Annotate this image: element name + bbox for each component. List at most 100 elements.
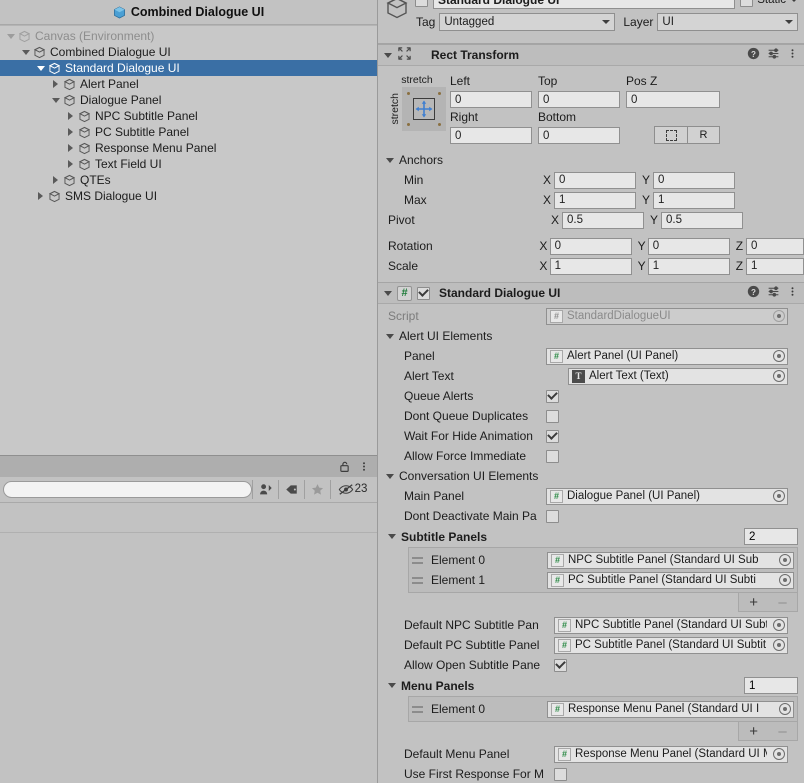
twisty-collapsed-icon[interactable] bbox=[64, 160, 77, 168]
standard-dialogue-ui-header[interactable]: # Standard Dialogue UI ? bbox=[378, 282, 804, 304]
rotation-y-input[interactable] bbox=[647, 237, 730, 255]
prefab-stage-breadcrumb[interactable]: Combined Dialogue UI bbox=[103, 2, 274, 22]
alert-ui-elements-foldout[interactable]: Alert UI Elements bbox=[378, 326, 804, 346]
drag-handle-icon[interactable] bbox=[412, 576, 425, 584]
remove-element-button[interactable]: – bbox=[778, 724, 786, 739]
hierarchy-item-alert-panel[interactable]: Alert Panel bbox=[0, 76, 377, 92]
element-object-field[interactable]: # NPC Subtitle Panel (Standard UI Sub bbox=[547, 551, 794, 569]
foldout-arrow-icon[interactable] bbox=[388, 683, 396, 688]
right-input[interactable] bbox=[450, 127, 532, 144]
twisty-collapsed-icon[interactable] bbox=[49, 80, 62, 88]
gameobject-active-checkbox[interactable] bbox=[415, 0, 428, 7]
subtitle-panels-size-input[interactable] bbox=[744, 528, 798, 545]
pivot-x-input[interactable] bbox=[562, 211, 644, 229]
hierarchy-item-standard-dialogue-ui[interactable]: Standard Dialogue UI bbox=[0, 60, 377, 76]
anchors-foldout[interactable]: Anchors bbox=[378, 150, 804, 170]
use-first-response-for-menu-checkbox[interactable] bbox=[554, 767, 567, 781]
hierarchy-item-combined-dialogue-ui[interactable]: Combined Dialogue UI bbox=[0, 44, 377, 60]
top-input[interactable] bbox=[538, 91, 620, 108]
anchor-max-y-input[interactable] bbox=[653, 191, 735, 209]
twisty-collapsed-icon[interactable] bbox=[34, 192, 47, 200]
favorite-star-icon[interactable] bbox=[304, 479, 330, 499]
twisty-expanded-icon[interactable] bbox=[49, 97, 62, 103]
default-pc-subtitle-panel-object-field[interactable]: # PC Subtitle Panel (Standard UI Subtit bbox=[554, 636, 788, 654]
help-icon[interactable]: ? bbox=[747, 47, 760, 63]
kebab-menu-icon[interactable] bbox=[787, 47, 798, 63]
object-picker-icon[interactable] bbox=[773, 639, 785, 651]
scale-z-input[interactable] bbox=[746, 257, 804, 275]
static-checkbox[interactable] bbox=[740, 0, 754, 7]
hierarchy-item-text-field-ui[interactable]: Text Field UI bbox=[0, 156, 377, 172]
twisty-expanded-icon[interactable] bbox=[19, 49, 32, 55]
object-picker-icon[interactable] bbox=[773, 370, 785, 382]
subtitle-panels-foldout[interactable]: Subtitle Panels bbox=[378, 526, 804, 547]
anchor-preset-widget[interactable]: stretch stretch bbox=[378, 74, 450, 144]
hierarchy-item-dialogue-panel[interactable]: Dialogue Panel bbox=[0, 92, 377, 108]
twisty-collapsed-icon[interactable] bbox=[64, 144, 77, 152]
left-input[interactable] bbox=[450, 91, 532, 108]
dont-queue-duplicates-checkbox[interactable] bbox=[546, 409, 559, 423]
preset-settings-icon[interactable] bbox=[767, 47, 780, 63]
bottom-input[interactable] bbox=[538, 127, 620, 144]
dont-deactivate-main-panel-checkbox[interactable] bbox=[546, 509, 559, 523]
preset-settings-icon[interactable] bbox=[767, 285, 780, 301]
list-item[interactable]: Element 0 # Response Menu Panel (Standar… bbox=[412, 699, 794, 719]
tag-dropdown[interactable]: Untagged bbox=[439, 13, 616, 31]
gameobject-name-field[interactable]: Standard Dialogue UI bbox=[433, 0, 736, 9]
default-menu-panel-object-field[interactable]: # Response Menu Panel (Standard UI M bbox=[554, 745, 788, 763]
anchor-min-x-input[interactable] bbox=[554, 171, 636, 189]
alert-text-object-field[interactable]: T Alert Text (Text) bbox=[568, 367, 788, 385]
remove-element-button[interactable]: – bbox=[778, 595, 786, 610]
object-picker-icon[interactable] bbox=[779, 703, 791, 715]
component-enabled-checkbox[interactable] bbox=[417, 286, 430, 300]
rotation-x-input[interactable] bbox=[549, 237, 632, 255]
static-dropdown-caret[interactable] bbox=[790, 0, 798, 2]
hierarchy-item-qtes[interactable]: QTEs bbox=[0, 172, 377, 188]
main-panel-object-field[interactable]: # Dialogue Panel (UI Panel) bbox=[546, 487, 788, 505]
foldout-arrow-icon[interactable] bbox=[388, 534, 396, 539]
add-element-button[interactable]: + bbox=[749, 595, 758, 610]
scale-x-input[interactable] bbox=[549, 257, 632, 275]
object-picker-icon[interactable] bbox=[779, 554, 791, 566]
wait-for-hide-animation-checkbox[interactable] bbox=[546, 429, 559, 443]
panel-object-field[interactable]: # Alert Panel (UI Panel) bbox=[546, 347, 788, 365]
queue-alerts-checkbox[interactable] bbox=[546, 389, 559, 403]
conversation-ui-elements-foldout[interactable]: Conversation UI Elements bbox=[378, 466, 804, 486]
list-item[interactable]: Element 1 # PC Subtitle Panel (Standard … bbox=[412, 570, 794, 590]
add-component-filter-icon[interactable] bbox=[252, 479, 278, 499]
object-picker-icon[interactable] bbox=[773, 619, 785, 631]
layer-dropdown[interactable]: UI bbox=[657, 13, 798, 31]
drag-handle-icon[interactable] bbox=[412, 556, 425, 564]
foldout-arrow-icon[interactable] bbox=[384, 290, 392, 296]
lock-open-icon[interactable] bbox=[335, 457, 353, 475]
menu-panels-foldout[interactable]: Menu Panels bbox=[378, 675, 804, 696]
help-icon[interactable]: ? bbox=[747, 285, 760, 301]
blueprint-mode-button[interactable] bbox=[654, 126, 687, 144]
hierarchy-item-npc-subtitle-panel[interactable]: NPC Subtitle Panel bbox=[0, 108, 377, 124]
hierarchy-tree[interactable]: Canvas (Environment) Combined Dialogue U… bbox=[0, 25, 377, 455]
anchor-preset-box[interactable] bbox=[401, 87, 446, 131]
default-npc-subtitle-panel-object-field[interactable]: # NPC Subtitle Panel (Standard UI Subt bbox=[554, 616, 788, 634]
rect-transform-header[interactable]: Rect Transform ? bbox=[378, 44, 804, 66]
static-toggle[interactable]: Static bbox=[740, 0, 798, 7]
pivot-y-input[interactable] bbox=[661, 211, 743, 229]
object-picker-icon[interactable] bbox=[773, 350, 785, 362]
pos-z-input[interactable] bbox=[626, 91, 720, 108]
element-object-field[interactable]: # PC Subtitle Panel (Standard UI Subti bbox=[547, 571, 794, 589]
twisty-collapsed-icon[interactable] bbox=[64, 112, 77, 120]
anchor-min-y-input[interactable] bbox=[653, 171, 735, 189]
hierarchy-item-pc-subtitle-panel[interactable]: PC Subtitle Panel bbox=[0, 124, 377, 140]
label-filter-icon[interactable] bbox=[278, 479, 304, 499]
foldout-arrow-icon[interactable] bbox=[386, 157, 394, 163]
rotation-z-input[interactable] bbox=[746, 237, 804, 255]
object-picker-icon[interactable] bbox=[779, 574, 791, 586]
search-input[interactable] bbox=[3, 480, 252, 498]
hierarchy-item-sms-dialogue-ui[interactable]: SMS Dialogue UI bbox=[0, 188, 377, 204]
hierarchy-item-canvas-environment[interactable]: Canvas (Environment) bbox=[0, 28, 377, 44]
raw-edit-mode-button[interactable]: R bbox=[687, 126, 720, 144]
foldout-arrow-icon[interactable] bbox=[386, 333, 394, 339]
allow-open-subtitle-panels-checkbox[interactable] bbox=[554, 658, 567, 672]
drag-handle-icon[interactable] bbox=[412, 705, 425, 713]
menu-panels-size-input[interactable] bbox=[744, 677, 798, 694]
object-picker-icon[interactable] bbox=[773, 490, 785, 502]
